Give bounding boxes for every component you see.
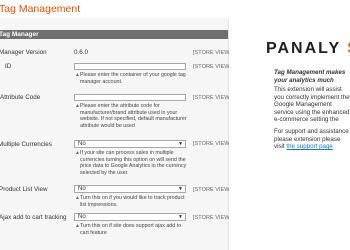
multiple-currencies-label: Multiple Currencies xyxy=(0,141,52,148)
version-scope: [STORE VIEW] xyxy=(193,50,232,56)
product-list-view-value: No xyxy=(78,186,86,192)
version-value: 0.6.0 xyxy=(74,49,89,56)
multiple-currencies-select[interactable]: No ▼ xyxy=(74,140,186,148)
product-list-view-select[interactable]: No ▼ xyxy=(74,185,186,193)
product-list-view-label: Product List View xyxy=(0,186,48,193)
panel-support: For support and assistance please extens… xyxy=(274,128,349,151)
fieldset-header-text: Tag Manager xyxy=(0,31,39,38)
ajax-cart-value: No xyxy=(78,214,86,220)
ajax-cart-select[interactable]: No ▼ xyxy=(74,213,186,221)
multiple-currencies-note: ▲ If your site can process sales in mult… xyxy=(75,150,187,176)
panalysis-logo: PANALY S xyxy=(266,40,350,58)
chevron-down-icon: ▼ xyxy=(178,186,183,192)
fieldset-header[interactable]: Tag Manager xyxy=(0,30,228,39)
ajax-cart-note: ▲ Turn this on if site does support ajax… xyxy=(75,223,182,236)
version-label: Manager Version xyxy=(0,49,47,56)
multiple-currencies-value: No xyxy=(78,141,86,147)
attribute-code-scope: [STORE VIEW] xyxy=(193,95,232,101)
container-id-input[interactable] xyxy=(74,63,186,70)
product-list-view-scope: [STORE VIEW] xyxy=(193,187,232,193)
panel-description: This extension will assist you correctly… xyxy=(274,86,350,124)
container-id-label: ID xyxy=(5,63,12,70)
container-id-note: ▲ Please enter the container of your goo… xyxy=(75,72,186,85)
attribute-code-note: ▲ Please enter the attribute code for ma… xyxy=(75,103,187,129)
ajax-cart-scope: [STORE VIEW] xyxy=(193,215,232,221)
ajax-cart-label: Ajax add to cart tracking xyxy=(0,214,67,221)
chevron-down-icon: ▼ xyxy=(178,214,183,220)
chevron-down-icon: ▼ xyxy=(178,141,183,147)
section-title[interactable]: Tag Management xyxy=(0,0,350,19)
panel-title: Tag Management makes your analytics much… xyxy=(274,69,346,85)
section-title-text: Tag Management xyxy=(0,3,81,15)
multiple-currencies-scope: [STORE VIEW] xyxy=(193,141,232,147)
attribute-code-input[interactable] xyxy=(74,94,186,101)
product-list-view-note: ▲ Turn this on if you would like to trac… xyxy=(75,195,185,208)
attribute-code-label: Attribute Code xyxy=(0,94,41,101)
container-id-scope: [STORE VIEW] xyxy=(193,64,232,70)
support-link[interactable]: the support page xyxy=(286,143,332,150)
